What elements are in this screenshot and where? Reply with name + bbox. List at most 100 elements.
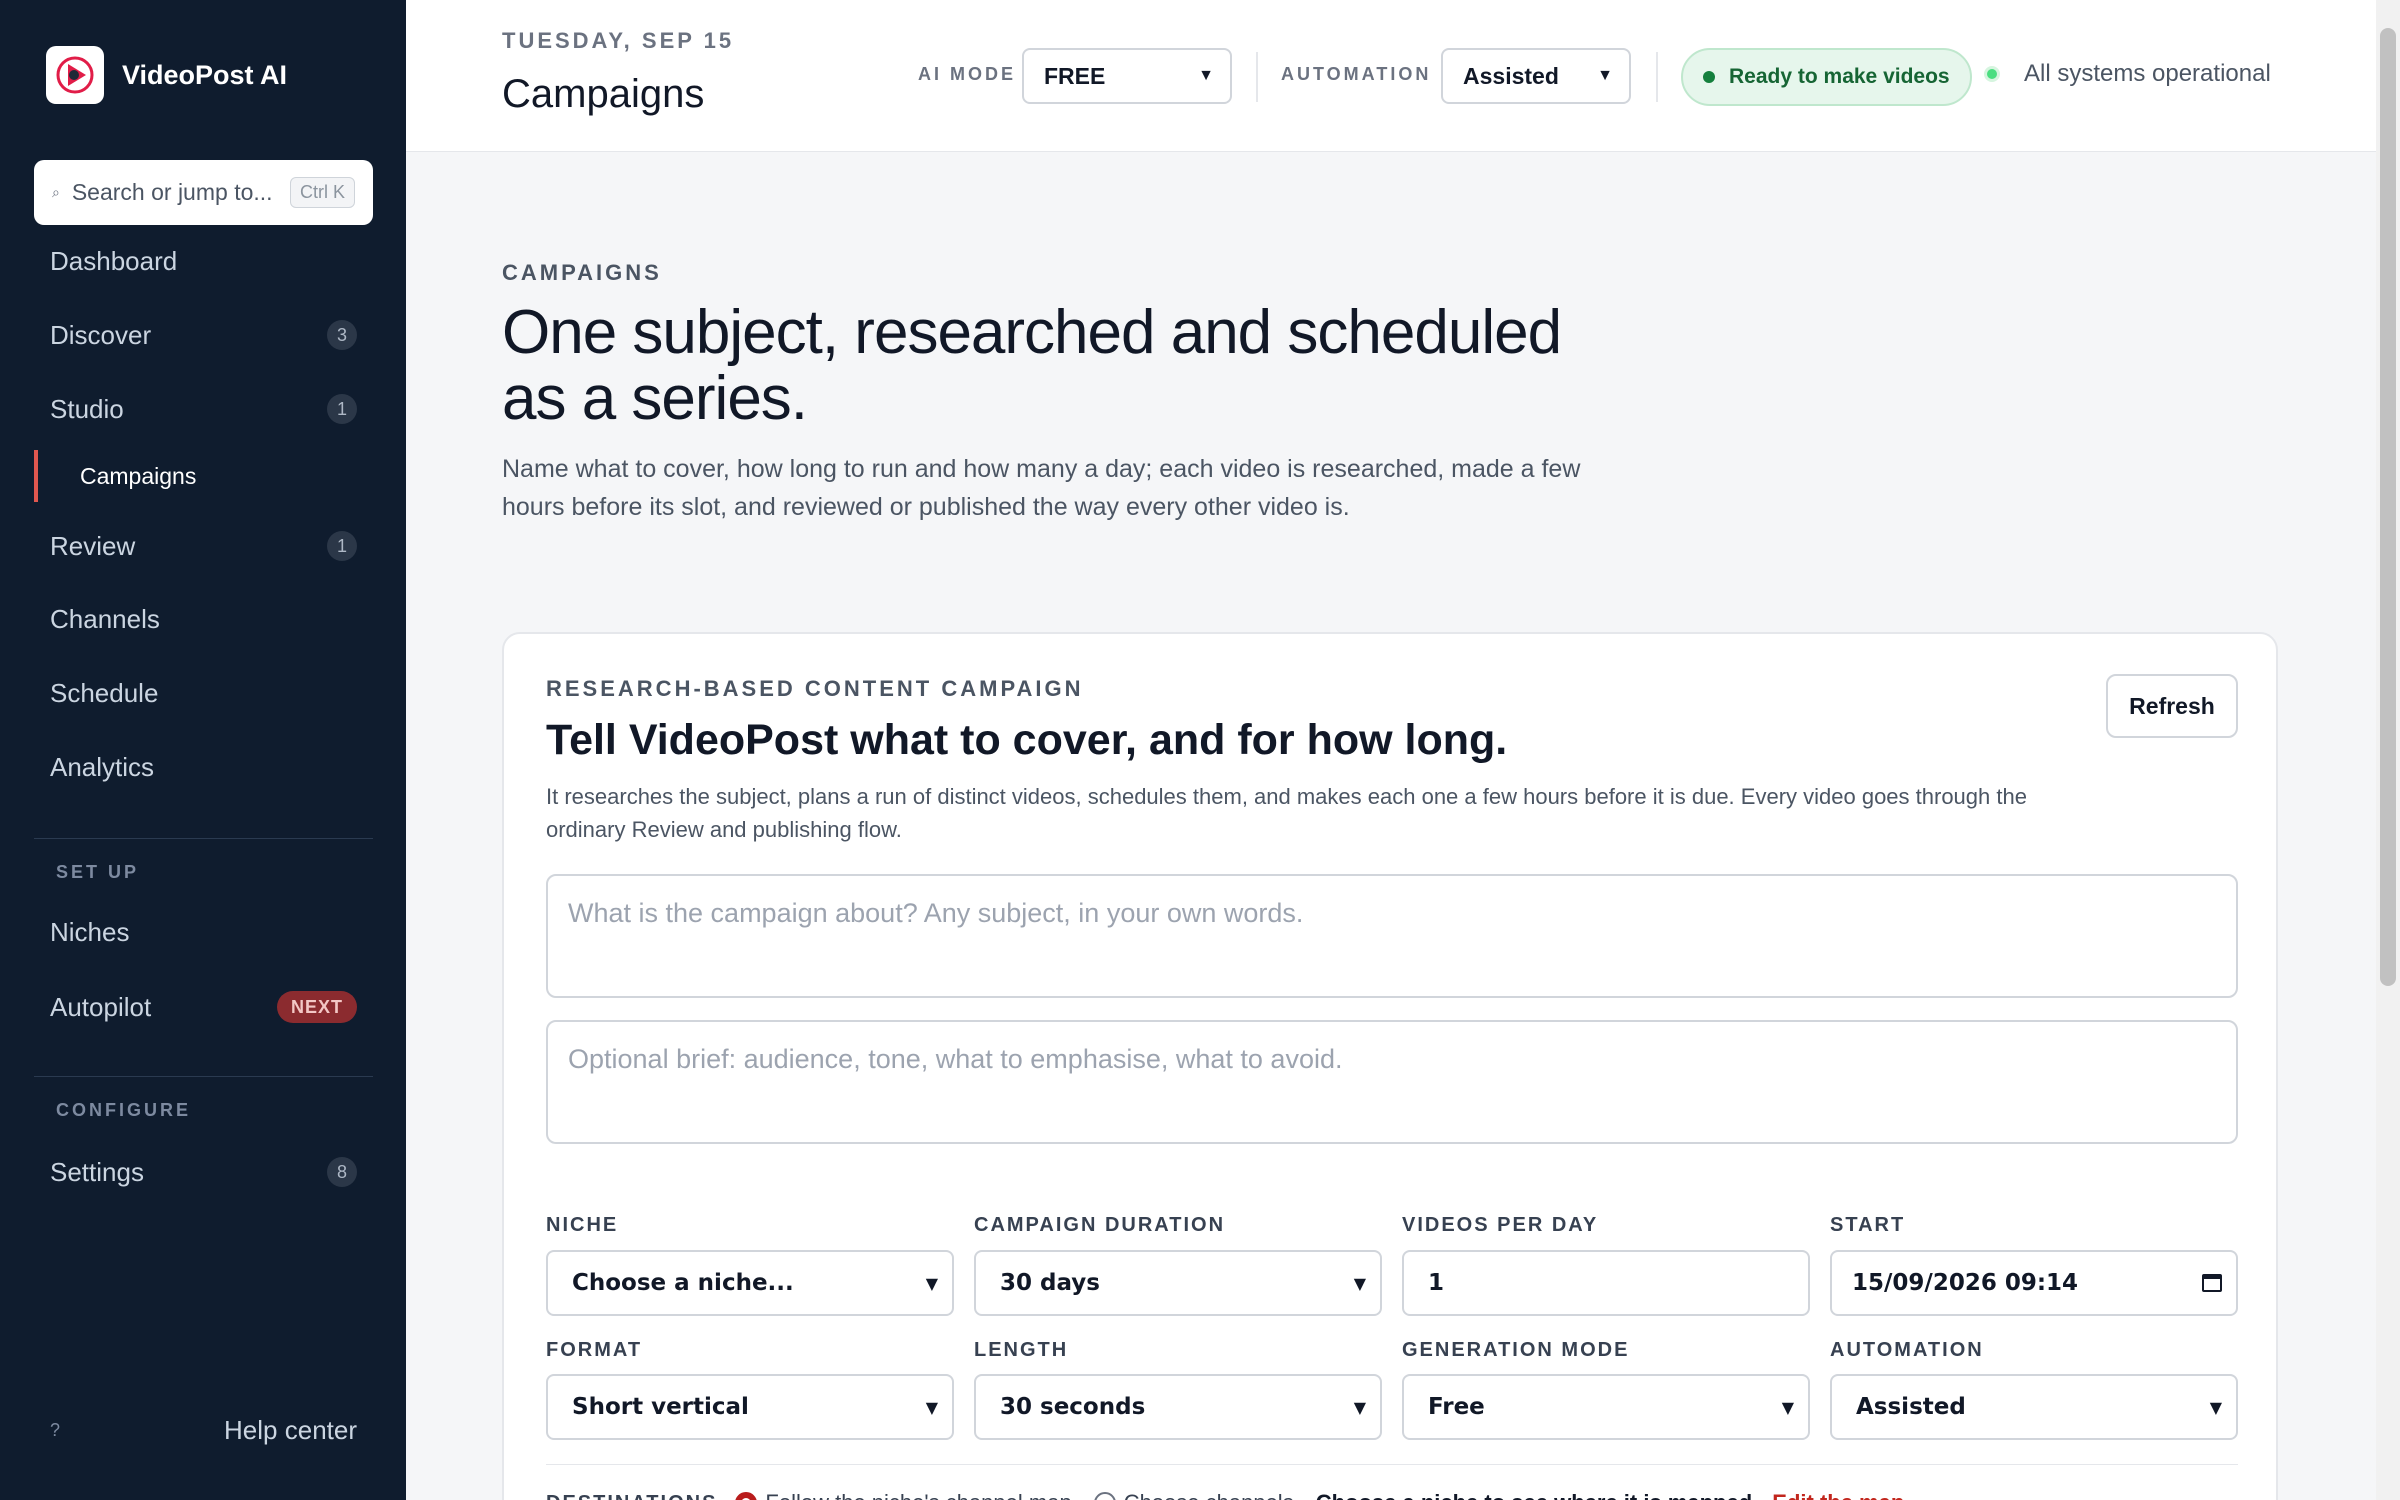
length-select[interactable]: 30 seconds ▼ <box>974 1374 1382 1440</box>
current-date: TUESDAY, SEP 15 <box>502 28 735 53</box>
sidebar-item-label: Niches <box>50 916 130 947</box>
card-description: It researches the subject, plans a run o… <box>546 784 2027 842</box>
brand-name: VideoPost AI <box>122 59 288 90</box>
sidebar-item-settings[interactable]: Settings 8 <box>34 1142 373 1202</box>
automation-field-value: Assisted <box>1856 1394 1966 1420</box>
toolbar-separator <box>1656 52 1658 102</box>
sidebar-item-discover[interactable]: Discover 3 <box>34 305 373 365</box>
search-icon: ⌕ <box>52 184 60 200</box>
status-text: Ready to make videos <box>1729 65 1950 88</box>
destinations-hint: Choose a niche to see where it is mapped… <box>1316 1490 1759 1500</box>
search-input[interactable]: Search or jump to... <box>72 179 290 206</box>
automation-select[interactable]: Assisted ▼ <box>1441 48 1631 104</box>
subject-textarea[interactable] <box>546 874 2238 998</box>
chevron-down-icon: ▼ <box>1353 1397 1366 1417</box>
chevron-down-icon: ▼ <box>1781 1397 1794 1417</box>
search-box[interactable]: ⌕ Search or jump to... Ctrl K <box>34 160 373 225</box>
status-dot-icon <box>1703 71 1715 83</box>
chevron-down-icon: ▼ <box>1353 1273 1366 1293</box>
niche-value: Choose a niche... <box>572 1270 794 1296</box>
sidebar-item-niches[interactable]: Niches <box>34 902 373 962</box>
start-datetime-input[interactable]: 15/09/2026 09:14 <box>1830 1250 2238 1316</box>
next-badge: NEXT <box>276 991 357 1023</box>
sidebar-item-label: Dashboard <box>50 245 178 276</box>
brand[interactable]: VideoPost AI <box>46 46 287 104</box>
status-dot-icon <box>1984 66 2000 82</box>
sidebar-divider <box>34 1076 373 1077</box>
sidebar-item-label: Analytics <box>50 751 155 782</box>
hero-description: Name what to cover, how long to run and … <box>502 455 1581 521</box>
scrollbar-thumb[interactable] <box>2380 28 2396 986</box>
section-label-configure: CONFIGURE <box>56 1100 191 1120</box>
format-value: Short vertical <box>572 1394 749 1420</box>
help-center-link[interactable]: ? Help center <box>34 1400 373 1460</box>
automation-value: Assisted <box>1463 62 1559 89</box>
sidebar-item-review[interactable]: Review 1 <box>34 516 373 576</box>
duration-select[interactable]: 30 days ▼ <box>974 1250 1382 1316</box>
toolbar-separator <box>1256 52 1258 102</box>
sidebar-item-campaigns[interactable]: Campaigns <box>34 450 373 502</box>
section-label-setup: SET UP <box>56 862 140 882</box>
automation-field-select[interactable]: Assisted ▼ <box>1830 1374 2238 1440</box>
calendar-icon[interactable] <box>2202 1274 2222 1292</box>
sidebar-item-label: Studio <box>50 393 124 424</box>
sidebar-item-label: Schedule <box>50 677 159 708</box>
niche-label: NICHE <box>546 1214 619 1236</box>
refresh-button[interactable]: Refresh <box>2106 674 2238 738</box>
start-label: START <box>1830 1214 1906 1236</box>
videos-per-day-value: 1 <box>1428 1270 1445 1296</box>
radio-choose-channels-label[interactable]: Choose channels <box>1124 1490 1294 1500</box>
status-badge: Ready to make videos <box>1681 48 1972 106</box>
card-divider <box>546 1464 2238 1465</box>
generation-mode-select[interactable]: Free ▼ <box>1402 1374 1810 1440</box>
destinations-row: DESTINATIONS Follow the niche's channel … <box>546 1490 1904 1500</box>
ai-mode-select[interactable]: FREE ▼ <box>1022 48 1232 104</box>
radio-follow-map-label[interactable]: Follow the niche's channel map <box>765 1490 1071 1500</box>
ai-mode-value: FREE <box>1044 62 1106 89</box>
sidebar-item-schedule[interactable]: Schedule <box>34 663 373 723</box>
card-title: Tell VideoPost what to cover, and for ho… <box>546 716 1508 764</box>
chevron-down-icon: ▼ <box>1597 67 1613 84</box>
generation-mode-value: Free <box>1428 1394 1485 1420</box>
sidebar-item-label: Channels <box>50 603 160 634</box>
count-badge: 8 <box>327 1157 357 1187</box>
format-label: FORMAT <box>546 1339 643 1361</box>
sidebar-item-label: Settings <box>50 1156 144 1187</box>
sidebar-item-label: Autopilot <box>50 991 152 1022</box>
page-scrollbar[interactable] <box>2376 0 2400 1500</box>
destinations-label: DESTINATIONS <box>546 1492 717 1500</box>
niche-select[interactable]: Choose a niche... ▼ <box>546 1250 954 1316</box>
chevron-down-icon: ▼ <box>925 1273 938 1293</box>
count-badge: 3 <box>327 320 357 350</box>
videos-per-day-input[interactable]: 1 <box>1402 1250 1810 1316</box>
card-eyebrow: RESEARCH-BASED CONTENT CAMPAIGN <box>546 676 1084 701</box>
chevron-down-icon: ▼ <box>925 1397 938 1417</box>
hero-title: One subject, researched and scheduled as… <box>502 298 1562 433</box>
automation-field-label: AUTOMATION <box>1830 1339 1984 1361</box>
sidebar-item-analytics[interactable]: Analytics <box>34 737 373 797</box>
sidebar-divider <box>34 838 373 839</box>
sidebar-item-autopilot[interactable]: Autopilot NEXT <box>34 977 373 1037</box>
sidebar-item-channels[interactable]: Channels <box>34 589 373 649</box>
system-status-text: All systems operational <box>2024 60 2271 87</box>
radio-choose-channels[interactable] <box>1093 1492 1116 1500</box>
sidebar-item-dashboard[interactable]: Dashboard <box>34 231 373 291</box>
chevron-down-icon: ▼ <box>2209 1397 2222 1417</box>
format-select[interactable]: Short vertical ▼ <box>546 1374 954 1440</box>
videos-per-day-label: VIDEOS PER DAY <box>1402 1214 1599 1236</box>
sidebar: VideoPost AI ⌕ Search or jump to... Ctrl… <box>0 0 406 1500</box>
help-label: Help center <box>224 1414 357 1445</box>
section-eyebrow: CAMPAIGNS <box>502 260 662 285</box>
length-value: 30 seconds <box>1000 1394 1146 1420</box>
campaign-form-card: RESEARCH-BASED CONTENT CAMPAIGN Tell Vid… <box>502 632 2278 1500</box>
sidebar-item-label: Discover <box>50 319 152 350</box>
page-title: Campaigns <box>502 72 705 116</box>
count-badge: 1 <box>327 394 357 424</box>
length-label: LENGTH <box>974 1339 1069 1361</box>
topbar: TUESDAY, SEP 15 Campaigns AI MODE FREE ▼… <box>406 0 2376 152</box>
brief-textarea[interactable] <box>546 1020 2238 1144</box>
edit-map-link[interactable]: Edit the map <box>1772 1490 1904 1500</box>
sidebar-item-studio[interactable]: Studio 1 <box>34 379 373 439</box>
radio-follow-map[interactable] <box>735 1492 758 1500</box>
sidebar-item-label: Campaigns <box>80 462 197 489</box>
